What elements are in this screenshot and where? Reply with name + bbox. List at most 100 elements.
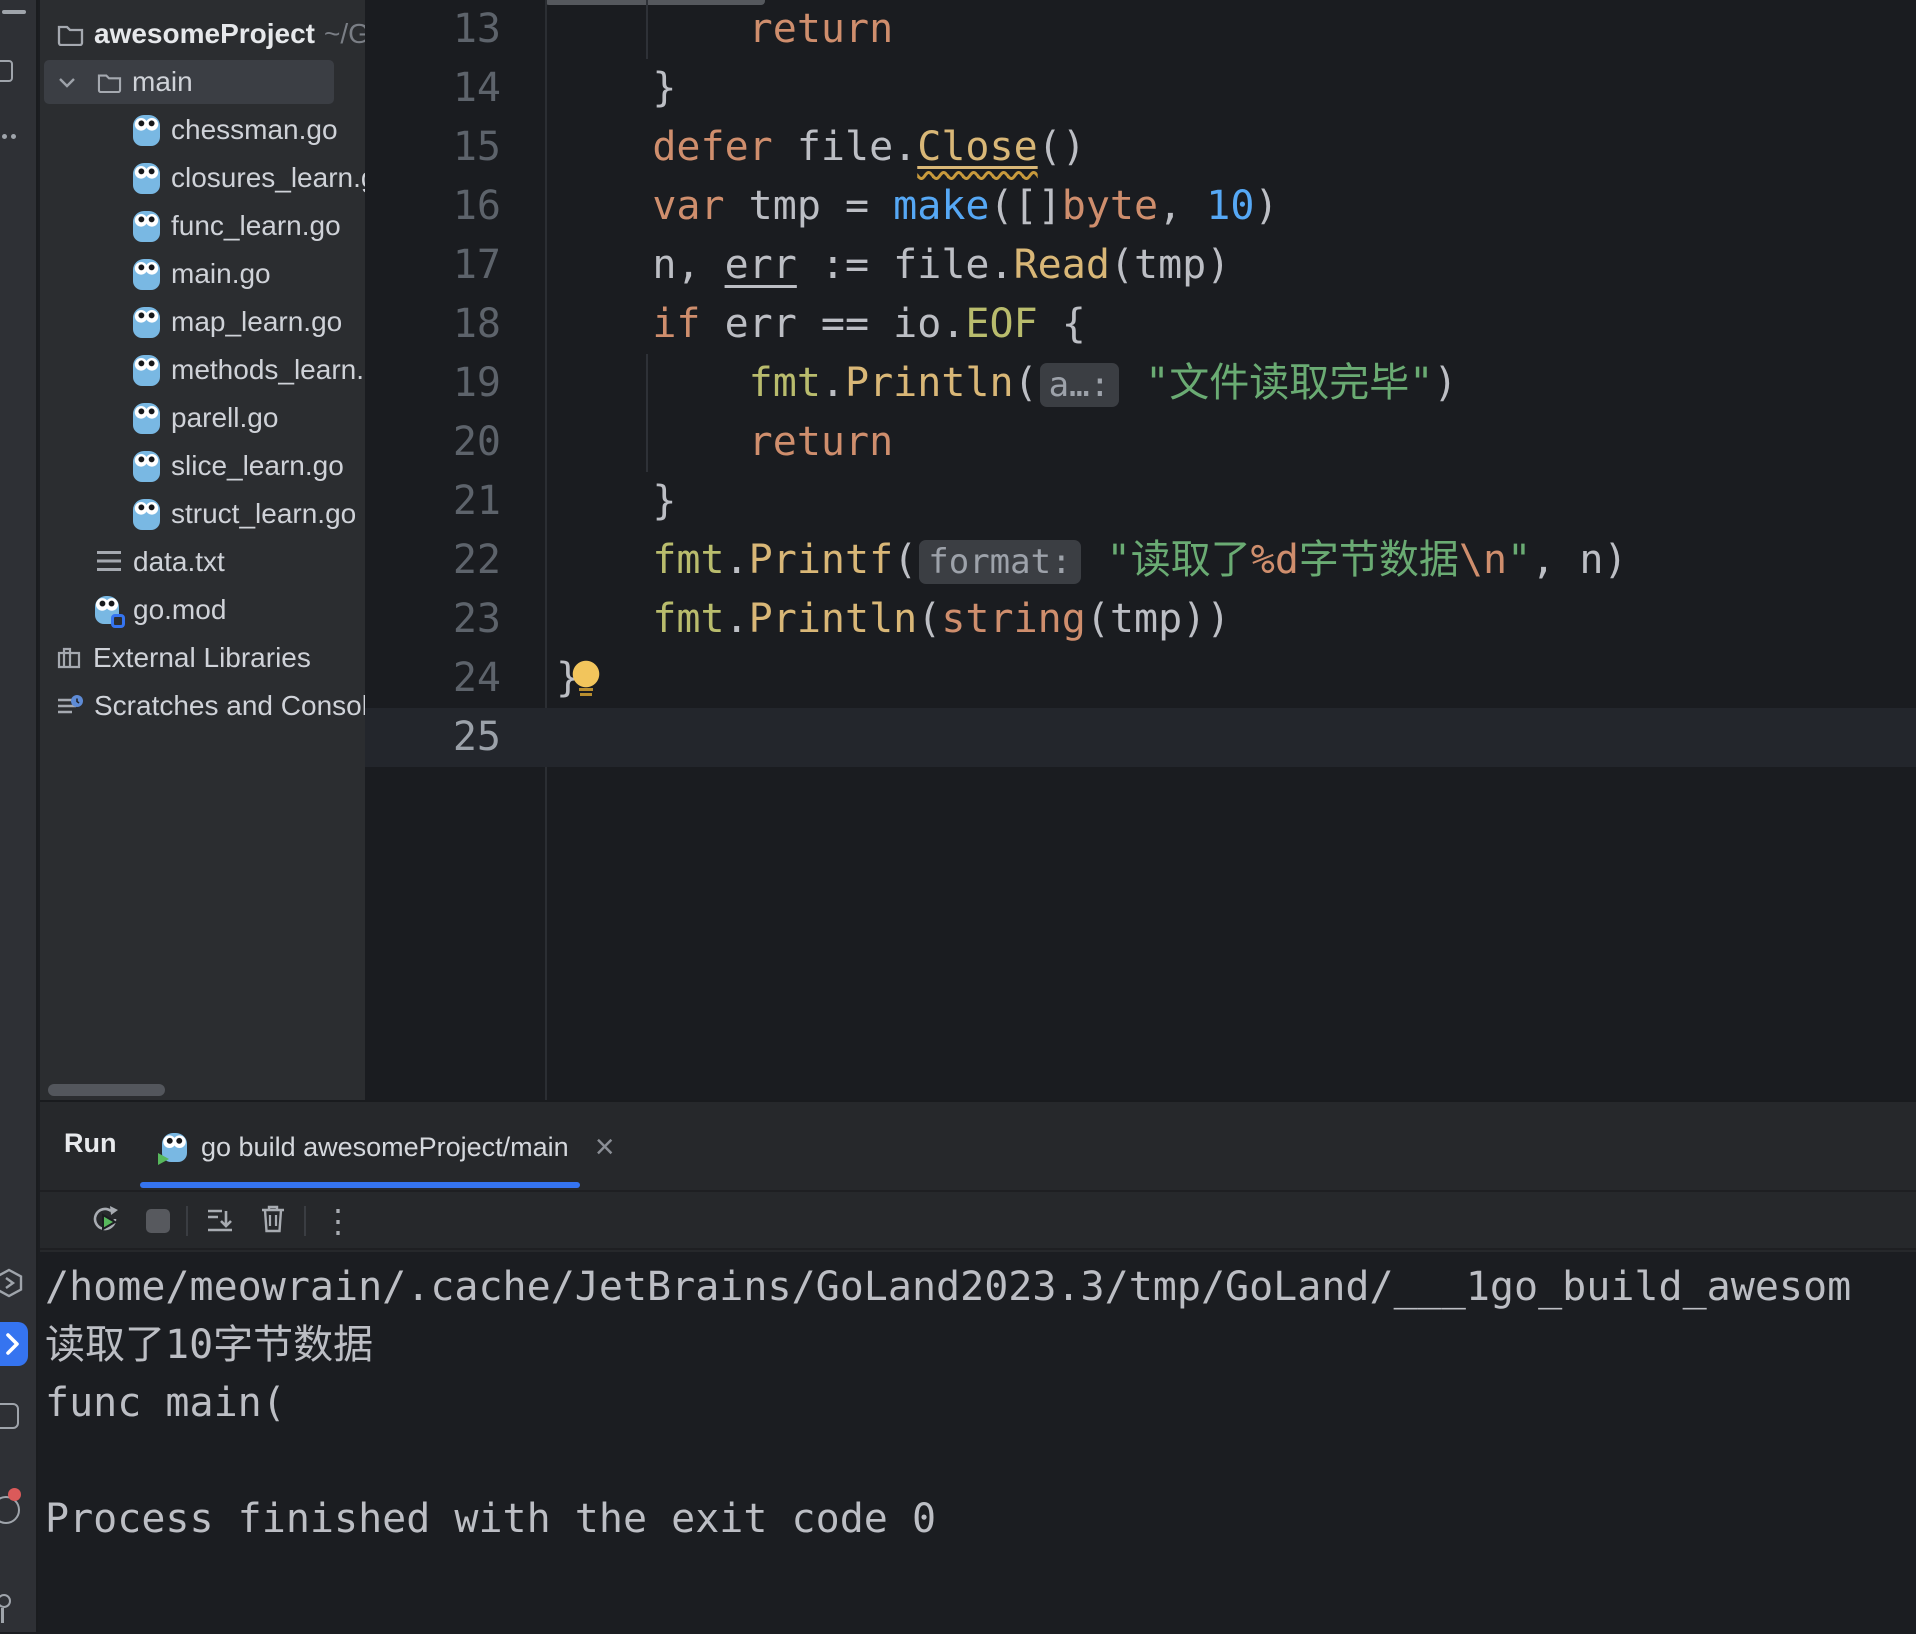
line-number[interactable]: 25 [365,708,545,767]
run-toolbar: ⋮ [40,1194,1916,1250]
code-line[interactable]: 23 fmt.Println(string(tmp)) [365,590,1916,649]
run-tool-window: Run go build awesomeProject/main × ⋮ /ho… [40,1100,1916,1632]
node-label: External Libraries [93,642,311,674]
terminal-icon[interactable] [0,1403,19,1429]
project-root-name: awesomeProject [94,18,315,50]
run-tool-window-button[interactable] [0,1322,28,1366]
tree-file-go[interactable]: parell.go [40,394,365,442]
go-file-icon [133,307,160,338]
git-branch-icon [1,1608,4,1623]
code-line[interactable]: 15 defer file.Close() [365,118,1916,177]
line-number[interactable]: 20 [365,413,545,472]
code-line[interactable]: 13 return [365,0,1916,59]
tree-file-go-mod[interactable]: go.mod [40,586,365,634]
code-text: fmt.Printf(format: "读取了%d字节数据\n", n) [545,531,1628,590]
console-line [45,1432,1916,1490]
module-badge [111,614,125,628]
clear-console-button[interactable] [258,1203,288,1240]
tree-scratches[interactable]: Scratches and Consoles [40,682,365,730]
file-name: struct_learn.go [171,498,356,530]
tree-file-go[interactable]: main.go [40,250,365,298]
line-number[interactable]: 16 [365,177,545,236]
toolbar-separator [186,1206,188,1236]
warning-underlined-token: Close [917,124,1037,170]
line-number[interactable]: 21 [365,472,545,531]
code-text: fmt.Println(string(tmp)) [545,590,1230,649]
code-line[interactable]: 22 fmt.Printf(format: "读取了%d字节数据\n", n) [365,531,1916,590]
run-console-output[interactable]: /home/meowrain/.cache/JetBrains/GoLand20… [40,1252,1916,1634]
file-name: go.mod [133,594,226,626]
project-tool-icon[interactable] [0,60,13,82]
code-lines: 13 return14 }15 defer file.Close()16 var… [365,0,1916,767]
line-number[interactable]: 17 [365,236,545,295]
code-line[interactable]: 16 var tmp = make([]byte, 10) [365,177,1916,236]
go-file-icon [133,163,160,194]
more-options-icon[interactable]: ⋮ [322,1202,354,1240]
code-text: fmt.Println(a…: "文件读取完毕") [545,354,1457,413]
code-line[interactable]: 21 } [365,472,1916,531]
code-text: n, err := file.Read(tmp) [545,236,1230,295]
code-line[interactable]: 14 } [365,59,1916,118]
line-number[interactable]: 18 [365,295,545,354]
tree-file-go[interactable]: chessman.go [40,106,365,154]
line-number[interactable]: 15 [365,118,545,177]
activity-bar [0,0,38,1632]
go-file-icon [133,403,160,434]
code-line[interactable]: 25 [365,708,1916,767]
run-configuration-tab[interactable]: go build awesomeProject/main × [162,1114,615,1180]
file-name: closures_learn.go [171,162,365,194]
file-name: chessman.go [171,114,338,146]
code-line[interactable]: 17 n, err := file.Read(tmp) [365,236,1916,295]
line-number[interactable]: 14 [365,59,545,118]
tree-file-go[interactable]: closures_learn.go [40,154,365,202]
go-file-icon [133,115,160,146]
chevron-right-icon [0,1322,28,1366]
services-icon[interactable] [0,1268,24,1303]
code-text: return [545,0,893,59]
line-number[interactable]: 22 [365,531,545,590]
tree-file-go[interactable]: struct_learn.go [40,490,365,538]
intention-bulb-icon[interactable] [570,660,602,700]
tree-external-libraries[interactable]: External Libraries [40,634,365,682]
scratches-icon [56,693,84,719]
tree-file-data-txt[interactable]: data.txt [40,538,365,586]
close-tab-icon[interactable]: × [595,1130,615,1164]
node-label: Scratches and Consoles [94,690,365,722]
console-line: /home/meowrain/.cache/JetBrains/GoLand20… [45,1258,1916,1316]
code-line[interactable]: 18 if err == io.EOF { [365,295,1916,354]
tree-root-awesomeProject[interactable]: awesomeProject ~/Gola [40,10,365,58]
code-text: } [545,472,676,531]
tree-file-go[interactable]: slice_learn.go [40,442,365,490]
line-number[interactable]: 24 [365,649,545,708]
tree-folder-main[interactable]: main [40,58,365,106]
code-text: } [545,649,602,708]
more-dots-icon [11,134,16,139]
menu-icon[interactable] [2,10,26,14]
project-root-path: ~/Gola [324,18,365,50]
go-file-icon [133,211,160,242]
chevron-down-icon[interactable] [56,75,78,89]
code-line[interactable]: 24} [365,649,1916,708]
file-name: map_learn.go [171,306,342,338]
run-header: Run go build awesomeProject/main × [40,1102,1916,1192]
code-line[interactable]: 20 return [365,413,1916,472]
file-name: data.txt [133,546,225,578]
rerun-button[interactable] [90,1203,122,1240]
horizontal-scrollbar-thumb[interactable] [48,1084,165,1096]
tree-file-go[interactable]: func_learn.go [40,202,365,250]
tree-file-go[interactable]: map_learn.go [40,298,365,346]
line-number[interactable]: 19 [365,354,545,413]
tree-file-go[interactable]: methods_learn.go [40,346,365,394]
line-number[interactable]: 13 [365,0,545,59]
console-line: func main( [45,1374,1916,1432]
scroll-to-end-button[interactable] [204,1203,236,1240]
go-file-icon [133,355,160,386]
file-name: parell.go [171,402,278,434]
line-number[interactable]: 23 [365,590,545,649]
more-dots-icon [2,134,7,139]
git-branch-icon[interactable] [0,1594,11,1608]
code-editor[interactable]: 13 return14 }15 defer file.Close()16 var… [365,0,1916,1100]
code-line[interactable]: 19 fmt.Println(a…: "文件读取完毕") [365,354,1916,413]
toolbar-separator [304,1206,306,1236]
code-text: defer file.Close() [545,118,1086,177]
